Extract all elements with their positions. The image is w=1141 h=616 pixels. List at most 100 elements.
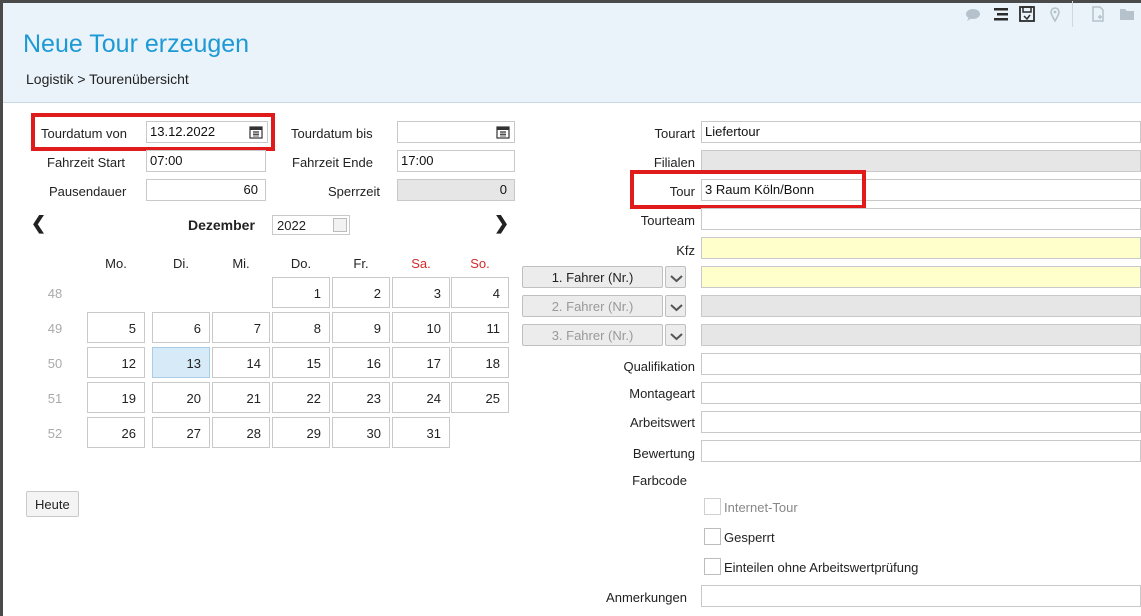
fahrer-1-label: 1. Fahrer (Nr.) (522, 266, 663, 288)
weekday-header: So. (470, 256, 490, 271)
week-number: 51 (47, 391, 63, 406)
calendar-day[interactable]: 2 (332, 277, 390, 308)
sperrzeit-label: Sperrzeit (328, 184, 381, 199)
fahrzeit-ende-input[interactable]: 17:00 (397, 150, 515, 172)
calendar-day[interactable]: 3 (392, 277, 450, 308)
calendar-day[interactable]: 20 (152, 382, 210, 413)
montageart-input[interactable] (701, 382, 1141, 404)
farbcode-label: Farbcode (632, 473, 687, 488)
chevron-down-icon[interactable] (665, 295, 686, 317)
anmerkungen-label: Anmerkungen (606, 590, 687, 605)
calendar-day[interactable]: 5 (87, 312, 145, 343)
weekday-header: Fr. (353, 256, 369, 271)
heute-button[interactable]: Heute (26, 491, 79, 517)
gesperrt-label: Gesperrt (724, 530, 775, 545)
tourdatum-bis-label: Tourdatum bis (291, 126, 373, 141)
week-number: 48 (47, 286, 63, 301)
calendar-day[interactable]: 27 (152, 417, 210, 448)
calendar-day[interactable]: 10 (392, 312, 450, 343)
gesperrt-checkbox[interactable] (704, 528, 721, 545)
calendar-day[interactable]: 8 (272, 312, 330, 343)
calendar-day[interactable]: 1 (272, 277, 330, 308)
tourart-label: Tourart (654, 126, 695, 141)
calendar-day[interactable]: 21 (212, 382, 270, 413)
breadcrumb[interactable]: Logistik > Tourenübersicht (26, 71, 189, 87)
pausendauer-input[interactable]: 60 (146, 179, 266, 201)
kfz-label: Kfz (676, 243, 695, 258)
fahrer-3-input (701, 324, 1141, 346)
calendar-day[interactable]: 23 (332, 382, 390, 413)
calendar-day[interactable]: 16 (332, 347, 390, 378)
weekday-header: Di. (173, 256, 189, 271)
folder-icon[interactable] (1117, 3, 1137, 25)
pausendauer-label: Pausendauer (49, 184, 127, 199)
tourart-input[interactable]: Liefertour (701, 121, 1141, 143)
calendar-day[interactable]: 9 (332, 312, 390, 343)
calendar-day[interactable]: 14 (212, 347, 270, 378)
tourteam-input[interactable] (701, 208, 1141, 230)
prev-month-icon[interactable]: ❮ (31, 213, 46, 234)
weekday-header: Do. (290, 256, 312, 271)
einteilen-label: Einteilen ohne Arbeitswertprüfung (724, 560, 919, 575)
page-title: Neue Tour erzeugen (23, 30, 250, 58)
einteilen-checkbox[interactable] (704, 558, 721, 575)
calendar-day[interactable]: 17 (392, 347, 450, 378)
calendar-icon[interactable] (496, 125, 510, 139)
weekday-header: Mo. (105, 256, 127, 271)
highlight-tour (630, 170, 866, 209)
tourdatum-bis-input[interactable] (397, 121, 515, 143)
bewertung-input[interactable] (701, 440, 1141, 462)
calendar-day[interactable]: 19 (87, 382, 145, 413)
calendar-day[interactable]: 25 (451, 382, 509, 413)
weekday-header: Mi. (232, 256, 250, 271)
calendar-month: Dezember (188, 217, 255, 233)
save-icon[interactable] (1017, 3, 1037, 25)
fahrer-3-label: 3. Fahrer (Nr.) (522, 324, 663, 346)
toolbar-divider (1072, 1, 1073, 27)
calendar-day[interactable]: 28 (212, 417, 270, 448)
calendar-day[interactable]: 29 (272, 417, 330, 448)
year-spinner-icon[interactable] (333, 218, 347, 232)
calendar-day[interactable]: 18 (451, 347, 509, 378)
calendar-day[interactable]: 31 (392, 417, 450, 448)
filialen-label: Filialen (653, 155, 695, 170)
calendar-year-input[interactable]: 2022 (272, 215, 350, 235)
fahrzeit-ende-label: Fahrzeit Ende (292, 155, 373, 170)
internet-tour-label: Internet-Tour (724, 500, 798, 515)
calendar-day[interactable]: 24 (392, 382, 450, 413)
internet-tour-checkbox[interactable] (704, 498, 721, 515)
calendar-day[interactable]: 13 (152, 347, 210, 378)
calendar-day[interactable]: 6 (152, 312, 210, 343)
page-header: Neue Tour erzeugen Logistik > Tourenüber… (3, 1, 1141, 103)
fahrer-2-input (701, 295, 1141, 317)
calendar-day[interactable]: 11 (451, 312, 509, 343)
kfz-input[interactable] (701, 237, 1141, 259)
chevron-down-icon[interactable] (665, 266, 686, 288)
sperrzeit-input: 0 (397, 179, 515, 201)
fahrer-1-input[interactable] (701, 266, 1141, 288)
chevron-down-icon[interactable] (665, 324, 686, 346)
calendar-day[interactable]: 12 (87, 347, 145, 378)
calendar-day[interactable]: 15 (272, 347, 330, 378)
calendar-year: 2022 (277, 218, 306, 233)
calendar-day[interactable]: 22 (272, 382, 330, 413)
new-document-icon[interactable] (1088, 3, 1108, 25)
arbeitswert-input[interactable] (701, 411, 1141, 433)
list-icon[interactable] (991, 3, 1011, 25)
calendar-day[interactable]: 26 (87, 417, 145, 448)
qualifikation-label: Qualifikation (623, 359, 695, 374)
week-number: 52 (47, 426, 63, 441)
fahrzeit-start-input[interactable]: 07:00 (146, 150, 266, 172)
calendar-day[interactable]: 30 (332, 417, 390, 448)
qualifikation-input[interactable] (701, 353, 1141, 375)
arbeitswert-label: Arbeitswert (629, 415, 695, 430)
next-month-icon[interactable]: ❯ (494, 213, 509, 234)
calendar-day[interactable]: 7 (212, 312, 270, 343)
calendar-day[interactable]: 4 (451, 277, 509, 308)
comment-icon[interactable] (963, 3, 983, 25)
tourteam-label: Tourteam (640, 213, 695, 228)
montageart-label: Montageart (629, 386, 695, 401)
anmerkungen-input[interactable] (701, 585, 1141, 607)
location-icon[interactable] (1045, 3, 1065, 25)
filialen-input[interactable] (701, 150, 1141, 172)
